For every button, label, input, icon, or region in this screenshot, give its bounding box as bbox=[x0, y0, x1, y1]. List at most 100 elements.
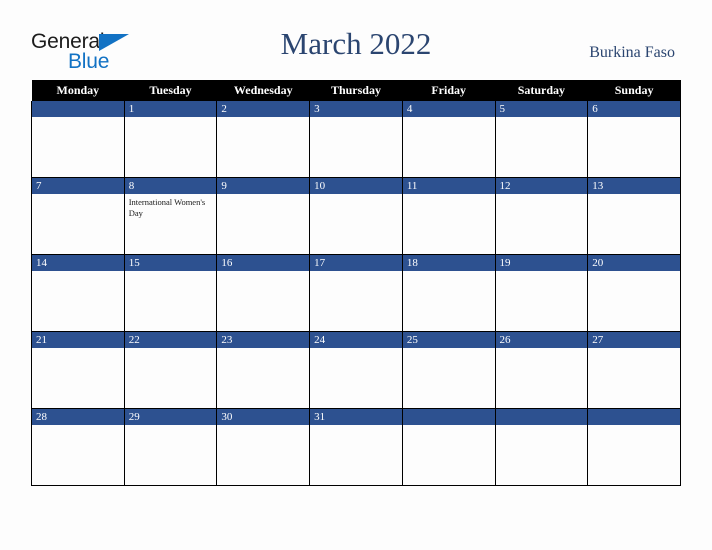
day-number: 3 bbox=[310, 101, 402, 117]
day-events bbox=[496, 271, 588, 274]
weekday-header-monday: Monday bbox=[31, 80, 125, 101]
calendar-day-cell[interactable]: 1 bbox=[123, 101, 218, 178]
day-events bbox=[217, 348, 309, 351]
day-events bbox=[125, 271, 217, 274]
calendar-day-cell[interactable]: 29 bbox=[123, 408, 218, 486]
day-events bbox=[310, 117, 402, 120]
calendar-day-cell[interactable]: 3 bbox=[309, 101, 403, 178]
calendar-day-cell[interactable]: 11 bbox=[401, 177, 496, 255]
day-events: International Women's Day bbox=[125, 194, 217, 219]
day-number: 12 bbox=[495, 178, 588, 194]
day-number: 18 bbox=[402, 255, 495, 271]
day-number: 24 bbox=[310, 332, 402, 348]
calendar-day-cell[interactable]: 27 bbox=[587, 331, 681, 409]
brand-name-blue: Blue bbox=[68, 50, 110, 73]
day-events bbox=[125, 425, 217, 428]
day-number: 22 bbox=[124, 332, 217, 348]
day-number: 25 bbox=[402, 332, 495, 348]
calendar-day-cell[interactable]: 10 bbox=[309, 177, 403, 255]
calendar-day-cell[interactable]: 16 bbox=[216, 254, 311, 332]
calendar-week-row: 21 22 23 24 25 26 27 bbox=[31, 331, 681, 409]
day-events bbox=[310, 425, 402, 428]
calendar-day-cell[interactable]: 5 bbox=[494, 101, 589, 178]
brand-logo[interactable]: General Blue bbox=[31, 31, 221, 77]
calendar-day-cell[interactable] bbox=[401, 408, 496, 486]
weekday-header-wednesday: Wednesday bbox=[216, 80, 310, 101]
calendar-day-cell[interactable] bbox=[494, 408, 589, 486]
day-events bbox=[588, 117, 680, 120]
calendar-day-cell[interactable]: 19 bbox=[494, 254, 589, 332]
calendar-day-cell[interactable]: 18 bbox=[401, 254, 496, 332]
calendar-day-cell[interactable]: 22 bbox=[123, 331, 218, 409]
day-number: 17 bbox=[310, 255, 402, 271]
calendar-day-cell[interactable]: 30 bbox=[216, 408, 311, 486]
day-events bbox=[588, 425, 680, 428]
day-events bbox=[217, 425, 309, 428]
day-number: 19 bbox=[495, 255, 588, 271]
day-number: 9 bbox=[217, 178, 310, 194]
day-events bbox=[32, 425, 124, 428]
weekday-header-sunday: Sunday bbox=[587, 80, 681, 101]
day-number: 13 bbox=[588, 178, 680, 194]
day-number: 31 bbox=[310, 409, 402, 425]
calendar-day-cell[interactable]: 15 bbox=[123, 254, 218, 332]
calendar-day-cell[interactable]: 31 bbox=[309, 408, 403, 486]
day-number bbox=[588, 409, 680, 425]
calendar-day-cell[interactable]: 6 bbox=[587, 101, 681, 178]
day-events bbox=[217, 194, 309, 197]
weekday-header-row: Monday Tuesday Wednesday Thursday Friday… bbox=[31, 80, 681, 101]
day-events bbox=[403, 117, 495, 120]
calendar-day-cell[interactable] bbox=[587, 408, 681, 486]
page-title: March 2022 bbox=[280, 26, 432, 61]
blue-triangle-icon bbox=[99, 34, 129, 51]
day-events bbox=[403, 271, 495, 274]
calendar-day-cell[interactable]: 4 bbox=[401, 101, 496, 178]
day-number: 23 bbox=[217, 332, 310, 348]
day-number: 21 bbox=[32, 332, 124, 348]
day-number bbox=[495, 409, 588, 425]
calendar-week-row: 28 29 30 31 bbox=[31, 408, 681, 486]
day-number: 28 bbox=[32, 409, 124, 425]
calendar-day-cell[interactable]: 7 bbox=[31, 177, 125, 255]
day-events bbox=[403, 348, 495, 351]
day-events bbox=[125, 348, 217, 351]
calendar-day-cell[interactable]: 8 International Women's Day bbox=[123, 177, 218, 255]
calendar-day-cell[interactable]: 14 bbox=[31, 254, 125, 332]
weekday-header-saturday: Saturday bbox=[495, 80, 588, 101]
month-calendar: Monday Tuesday Wednesday Thursday Friday… bbox=[31, 80, 681, 486]
day-number: 15 bbox=[124, 255, 217, 271]
calendar-day-cell[interactable]: 26 bbox=[494, 331, 589, 409]
day-number: 11 bbox=[402, 178, 495, 194]
day-events bbox=[32, 348, 124, 351]
calendar-day-cell[interactable]: 17 bbox=[309, 254, 403, 332]
day-number: 2 bbox=[217, 101, 310, 117]
calendar-day-cell[interactable]: 21 bbox=[31, 331, 125, 409]
calendar-week-row: 14 15 16 17 18 19 20 bbox=[31, 254, 681, 332]
weekday-header-friday: Friday bbox=[402, 80, 496, 101]
day-events bbox=[32, 194, 124, 197]
calendar-day-cell[interactable]: 2 bbox=[216, 101, 311, 178]
calendar-day-cell[interactable]: 25 bbox=[401, 331, 496, 409]
calendar-day-cell[interactable]: 12 bbox=[494, 177, 589, 255]
calendar-day-cell[interactable]: 23 bbox=[216, 331, 311, 409]
day-number: 1 bbox=[124, 101, 217, 117]
day-events bbox=[496, 348, 588, 351]
day-events bbox=[310, 194, 402, 197]
calendar-day-cell[interactable]: 13 bbox=[587, 177, 681, 255]
day-number: 20 bbox=[588, 255, 680, 271]
calendar-day-cell[interactable] bbox=[31, 101, 125, 178]
calendar-week-row: 123456 bbox=[31, 101, 681, 178]
calendar-day-cell[interactable]: 20 bbox=[587, 254, 681, 332]
day-events bbox=[217, 271, 309, 274]
day-events bbox=[403, 425, 495, 428]
day-number: 6 bbox=[588, 101, 680, 117]
calendar-day-cell[interactable]: 28 bbox=[31, 408, 125, 486]
day-events bbox=[32, 117, 124, 120]
calendar-day-cell[interactable]: 24 bbox=[309, 331, 403, 409]
day-events bbox=[496, 117, 588, 120]
calendar-day-cell[interactable]: 9 bbox=[216, 177, 311, 255]
day-number: 4 bbox=[402, 101, 495, 117]
day-number: 30 bbox=[217, 409, 310, 425]
day-events bbox=[310, 271, 402, 274]
country-label: Burkina Faso bbox=[589, 44, 675, 61]
